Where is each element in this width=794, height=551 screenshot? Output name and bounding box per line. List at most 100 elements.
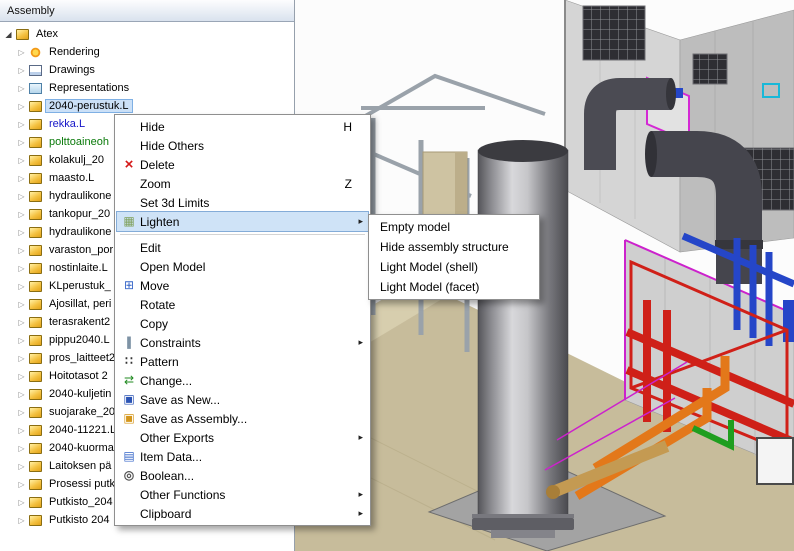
tree-item-atex[interactable]: ◢ Atex	[0, 25, 294, 43]
menu-item-save-as-assembly[interactable]: Save as Assembly...	[117, 409, 368, 428]
expand-icon[interactable]: ▷	[15, 138, 28, 147]
menu-item-label: Rotate	[140, 298, 364, 312]
menu-item-pattern[interactable]: Pattern	[117, 352, 368, 371]
tree-item-label: Atex	[33, 28, 61, 40]
expand-icon[interactable]: ▷	[15, 246, 28, 255]
menu-shortcut: H	[343, 120, 352, 134]
menu-item-hide[interactable]: HideH	[117, 117, 368, 136]
part-icon	[29, 263, 42, 274]
expand-icon[interactable]: ▷	[15, 408, 28, 417]
expand-icon[interactable]: ▷	[15, 210, 28, 219]
expand-icon[interactable]: ▷	[15, 120, 28, 129]
menu-item-clipboard[interactable]: Clipboard▸	[117, 504, 368, 523]
tree-item-2040-perustuk-l[interactable]: ▷2040-perustuk.L	[0, 97, 294, 115]
part-icon	[29, 155, 42, 166]
constraints-icon	[118, 333, 140, 352]
tree-item-rendering[interactable]: ▷ Rendering	[0, 43, 294, 61]
menu-item-label: Pattern	[140, 355, 364, 369]
menu-item-label: Open Model	[140, 260, 364, 274]
tree-item-representations[interactable]: ▷Representations	[0, 79, 294, 97]
submenu-item-hide-assembly-structure[interactable]: Hide assembly structure	[371, 237, 537, 257]
part-icon	[29, 389, 42, 400]
tree-item-label: Rendering	[46, 46, 103, 58]
submenu-item-empty-model[interactable]: Empty model	[371, 217, 537, 237]
menu-item-label: Copy	[140, 317, 364, 331]
menu-item-zoom[interactable]: ZoomZ	[117, 174, 368, 193]
expand-icon[interactable]: ▷	[15, 318, 28, 327]
expand-icon[interactable]: ▷	[15, 84, 28, 93]
part-icon	[29, 479, 42, 490]
expand-icon[interactable]: ▷	[15, 444, 28, 453]
menu-item-other-functions[interactable]: Other Functions▸	[117, 485, 368, 504]
tree-item-label: tankopur_20	[46, 208, 113, 220]
expand-icon[interactable]: ▷	[15, 336, 28, 345]
expand-icon[interactable]: ▷	[15, 102, 28, 111]
menu-item-rotate[interactable]: Rotate	[117, 295, 368, 314]
menu-item-label: Hide	[140, 120, 343, 134]
submenu-item-label: Hide assembly structure	[380, 240, 509, 254]
tree-item-label: Putkisto 204	[46, 514, 113, 526]
expand-icon[interactable]: ▷	[15, 372, 28, 381]
pattern-icon	[118, 352, 140, 371]
tree-item-label: nostinlaite.L	[46, 262, 111, 274]
tree-item-label: Putkisto_204	[46, 496, 116, 508]
expand-icon[interactable]: ▷	[15, 228, 28, 237]
menu-item-hide-others[interactable]: Hide Others	[117, 136, 368, 155]
move-icon	[118, 276, 140, 295]
expand-icon[interactable]: ▷	[15, 174, 28, 183]
tree-item-label: kolakulj_20	[46, 154, 107, 166]
expand-icon[interactable]: ▷	[15, 462, 28, 471]
menu-item-item-data[interactable]: Item Data...	[117, 447, 368, 466]
assembly-panel-header[interactable]: Assembly	[0, 0, 294, 22]
menu-item-change[interactable]: Change...	[117, 371, 368, 390]
expand-icon[interactable]: ▷	[15, 282, 28, 291]
tree-item-label: Drawings	[46, 64, 98, 76]
menu-item-save-as-new[interactable]: Save as New...	[117, 390, 368, 409]
tree-item-label: suojarake_20	[46, 406, 118, 418]
menu-item-boolean[interactable]: Boolean...	[117, 466, 368, 485]
expand-icon[interactable]: ▷	[15, 156, 28, 165]
expand-icon[interactable]: ▷	[15, 516, 28, 525]
menu-item-lighten[interactable]: Lighten▸	[117, 212, 368, 231]
menu-item-open-model[interactable]: Open Model	[117, 257, 368, 276]
panel-title: Assembly	[7, 5, 55, 17]
tree-item-label: Prosessi putk	[46, 478, 118, 490]
menu-item-set-3d-limits[interactable]: Set 3d Limits	[117, 193, 368, 212]
tree-item-label: 2040-kuorma	[46, 442, 117, 454]
tree-item-label: Laitoksen pä	[46, 460, 114, 472]
rendering-icon	[29, 47, 42, 58]
menu-item-other-exports[interactable]: Other Exports▸	[117, 428, 368, 447]
expand-icon[interactable]: ▷	[15, 192, 28, 201]
menu-item-edit[interactable]: Edit	[117, 238, 368, 257]
submenu-item-label: Light Model (facet)	[380, 280, 479, 294]
submenu-arrow-icon: ▸	[358, 333, 363, 352]
menu-item-move[interactable]: Move	[117, 276, 368, 295]
menu-item-delete[interactable]: Delete	[117, 155, 368, 174]
expand-icon[interactable]: ▷	[15, 390, 28, 399]
menu-item-constraints[interactable]: Constraints▸	[117, 333, 368, 352]
submenu-arrow-icon: ▸	[358, 428, 363, 447]
item-data-icon	[118, 447, 140, 466]
part-icon	[29, 317, 42, 328]
expand-icon[interactable]: ▷	[15, 426, 28, 435]
menu-item-label: Other Exports	[140, 431, 364, 445]
expand-icon[interactable]: ▷	[15, 354, 28, 363]
collapse-icon[interactable]: ◢	[2, 30, 15, 39]
submenu-arrow-icon: ▸	[358, 485, 363, 504]
expand-icon[interactable]: ▷	[15, 66, 28, 75]
expand-icon[interactable]: ▷	[15, 480, 28, 489]
menu-item-copy[interactable]: Copy	[117, 314, 368, 333]
lighten-submenu: Empty model Hide assembly structure Light …	[368, 214, 540, 300]
change-icon	[118, 371, 140, 390]
submenu-item-light-model-shell[interactable]: Light Model (shell)	[371, 257, 537, 277]
expand-icon[interactable]: ▷	[15, 300, 28, 309]
part-icon	[29, 245, 42, 256]
tree-item-label: rekka.L	[46, 118, 88, 130]
tree-item-label: maasto.L	[46, 172, 97, 184]
expand-icon[interactable]: ▷	[15, 264, 28, 273]
submenu-item-light-model-facet[interactable]: Light Model (facet)	[371, 277, 537, 297]
tree-item-drawings[interactable]: ▷ Drawings	[0, 61, 294, 79]
expand-icon[interactable]: ▷	[15, 48, 28, 57]
expand-icon[interactable]: ▷	[15, 498, 28, 507]
assembly-root-icon	[16, 29, 29, 40]
